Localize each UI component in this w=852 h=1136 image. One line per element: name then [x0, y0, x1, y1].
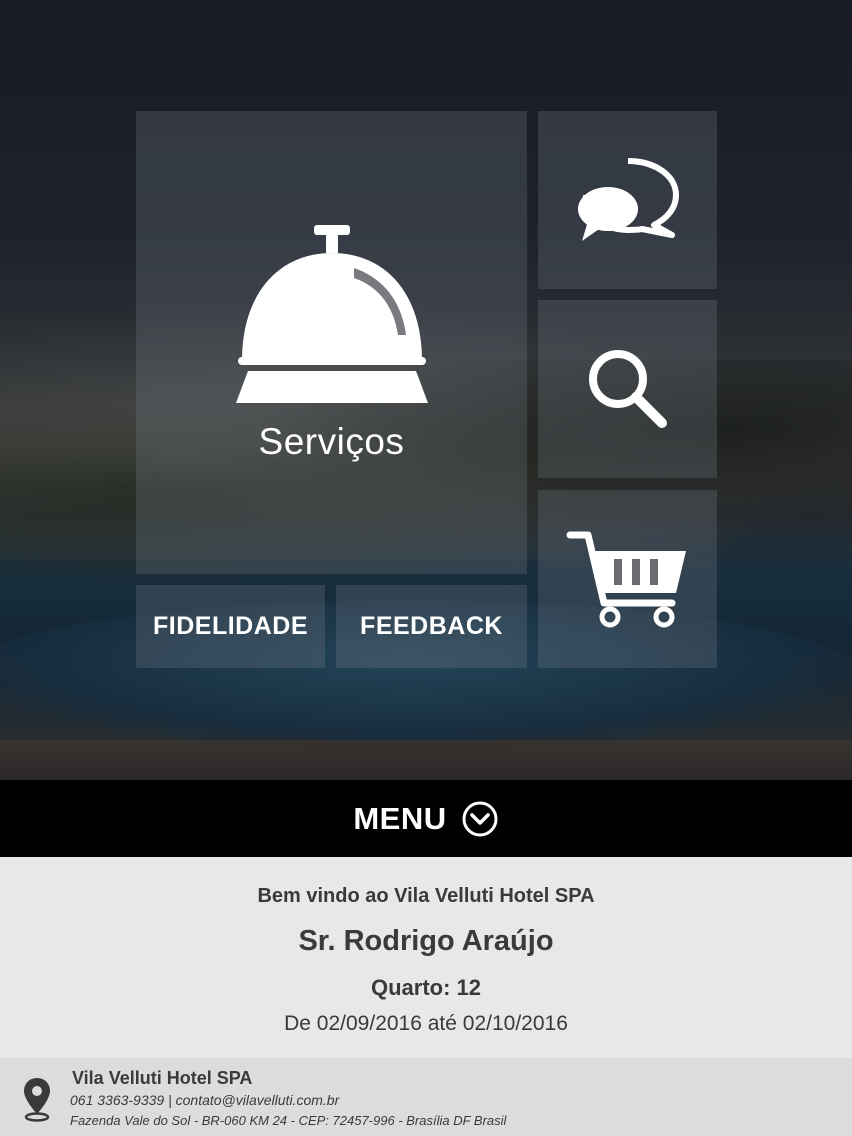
chat-tile[interactable] [538, 111, 717, 289]
footer-address: Fazenda Vale do Sol - BR-060 KM 24 - CEP… [70, 1113, 507, 1128]
chevron-down-circle-icon [462, 801, 498, 836]
footer-contact: 061 3363-9339 | contato@vilavelluti.com.… [70, 1092, 340, 1108]
location-pin-icon [24, 1078, 50, 1122]
room-number: Quarto: 12 [370, 975, 482, 1000]
fidelity-tile[interactable]: FIDELIDADE [136, 585, 325, 668]
feedback-label: FEEDBACK [360, 612, 503, 640]
search-tile[interactable] [538, 300, 717, 478]
services-label: Serviços [258, 420, 405, 462]
welcome-panel: Bem vindo ao Vila Velluti Hotel SPA Sr. … [0, 857, 852, 1058]
chat-bubbles-icon [577, 158, 679, 241]
footer: Vila Velluti Hotel SPA 061 3363-9339 | c… [0, 1058, 852, 1136]
guest-name: Sr. Rodrigo Araújo [298, 925, 554, 957]
services-tile[interactable]: Serviços [136, 111, 527, 574]
menu-button[interactable]: MENU [0, 780, 852, 857]
feedback-tile[interactable]: FEEDBACK [336, 585, 527, 668]
search-icon [588, 350, 667, 428]
cart-tile[interactable] [538, 490, 717, 668]
stay-dates: De 02/09/2016 até 02/10/2016 [284, 1012, 568, 1035]
shopping-cart-icon [566, 531, 686, 628]
service-bell-icon [235, 224, 428, 403]
welcome-greeting: Bem vindo ao Vila Velluti Hotel SPA [257, 885, 595, 907]
footer-hotel-name: Vila Velluti Hotel SPA [72, 1068, 253, 1088]
fidelity-label: FIDELIDADE [153, 612, 308, 640]
menu-label: MENU [353, 800, 447, 836]
